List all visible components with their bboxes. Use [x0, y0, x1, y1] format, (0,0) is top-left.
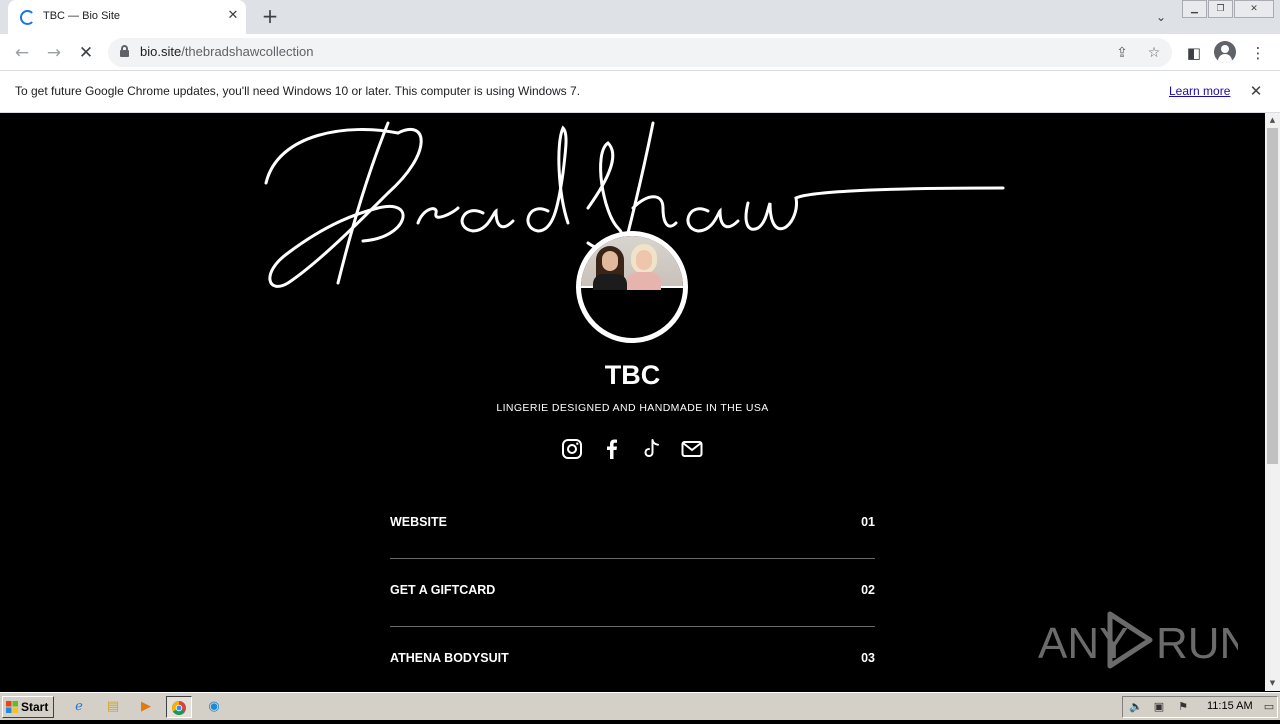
link-label: GET A GIFTCARD: [390, 583, 496, 597]
anyrun-watermark-logo: ANY RUN: [1038, 611, 1238, 669]
close-window-button[interactable]: ✕: [1234, 0, 1274, 18]
active-tab[interactable]: TBC — Bio Site ✕: [8, 0, 246, 34]
menu-kebab-icon[interactable]: ⋮: [1247, 42, 1269, 64]
bio-page: TBC LINGERIE DESIGNED AND HANDMADE IN TH…: [0, 113, 1265, 691]
infobar-close-icon[interactable]: ✕: [1246, 81, 1266, 101]
learn-more-link[interactable]: Learn more: [1169, 84, 1230, 98]
link-label: ATHENA BODYSUIT: [390, 651, 509, 665]
email-icon[interactable]: [680, 437, 704, 461]
window-controls: ▁ ❐ ✕: [1182, 0, 1275, 18]
clock[interactable]: 11:15 AM: [1207, 700, 1253, 712]
scroll-down-icon[interactable]: ▼: [1265, 676, 1280, 691]
tab-title: TBC — Bio Site: [43, 10, 121, 22]
link-item-athena-bodysuit[interactable]: ATHENA BODYSUIT 03: [390, 627, 875, 691]
lock-icon[interactable]: [120, 45, 129, 57]
chrome-taskbar-icon[interactable]: [166, 696, 192, 718]
system-tray: 🔈 ▣ ⚑ 11:15 AM ▭: [1122, 696, 1278, 718]
profile-avatar-icon[interactable]: [1214, 41, 1236, 63]
new-tab-button[interactable]: +: [258, 5, 282, 29]
restore-button[interactable]: ❐: [1208, 0, 1233, 18]
profile-avatar: [576, 231, 688, 343]
link-item-website[interactable]: WEBSITE 01: [390, 491, 875, 559]
network-icon[interactable]: ▣: [1151, 699, 1167, 715]
profile-photo: [581, 236, 683, 290]
tab-search-button[interactable]: ⌄: [1150, 6, 1172, 28]
update-infobar: To get future Google Chrome updates, you…: [0, 71, 1280, 113]
profile-bio: LINGERIE DESIGNED AND HANDMADE IN THE US…: [496, 402, 769, 414]
url-text[interactable]: bio.site/thebradshawcollection: [140, 44, 313, 59]
instagram-icon[interactable]: [560, 437, 584, 461]
forward-button[interactable]: →: [40, 39, 68, 67]
social-links: [560, 437, 710, 463]
minimize-button[interactable]: ▁: [1182, 0, 1207, 18]
internet-explorer-icon[interactable]: ℯ: [66, 696, 92, 718]
scroll-up-icon[interactable]: ▲: [1265, 113, 1280, 128]
stop-loading-button[interactable]: ✕: [72, 39, 100, 67]
media-player-icon[interactable]: ▶: [133, 696, 159, 718]
link-label: WEBSITE: [390, 515, 447, 529]
profile-name: TBC: [604, 360, 661, 390]
start-button[interactable]: Start: [2, 696, 54, 718]
loading-spinner-icon: [20, 10, 35, 25]
tab-strip: TBC — Bio Site ✕ + ⌄ ▁ ❐ ✕: [0, 0, 1280, 34]
link-item-giftcard[interactable]: GET A GIFTCARD 02: [390, 559, 875, 627]
link-number: 03: [861, 651, 875, 665]
windows-logo-icon: [6, 701, 18, 713]
link-number: 01: [861, 515, 875, 529]
show-desktop-icon[interactable]: ▭: [1261, 699, 1277, 715]
windows-taskbar: Start ℯ ▤ ▶ ◉ 🔈 ▣ ⚑ 11:15 AM ▭: [0, 692, 1280, 720]
start-label: Start: [21, 700, 49, 714]
tab-close-icon[interactable]: ✕: [224, 7, 242, 25]
page-scrollbar[interactable]: ▲ ▼: [1265, 113, 1280, 691]
infobar-message: To get future Google Chrome updates, you…: [15, 84, 581, 98]
scrollbar-thumb[interactable]: [1267, 128, 1278, 464]
file-explorer-icon[interactable]: ▤: [100, 696, 126, 718]
link-list: WEBSITE 01 GET A GIFTCARD 02 ATHENA BODY…: [390, 491, 875, 691]
share-icon[interactable]: ⇪: [1114, 45, 1130, 61]
volume-icon[interactable]: 🔈: [1128, 699, 1144, 715]
link-number: 02: [861, 583, 875, 597]
action-center-flag-icon[interactable]: ⚑: [1175, 699, 1191, 715]
edge-icon[interactable]: ◉: [201, 696, 227, 718]
bookmark-star-icon[interactable]: ☆: [1146, 45, 1162, 61]
facebook-icon[interactable]: [600, 437, 624, 461]
side-panel-icon[interactable]: ◧: [1183, 42, 1205, 64]
browser-toolbar: ← → ✕ bio.site/thebradshawcollection ⇪ ☆…: [0, 34, 1280, 71]
address-bar[interactable]: bio.site/thebradshawcollection ⇪ ☆: [108, 38, 1172, 67]
tiktok-icon[interactable]: [640, 437, 664, 461]
svg-text:RUN: RUN: [1156, 619, 1238, 668]
back-button[interactable]: ←: [8, 39, 36, 67]
